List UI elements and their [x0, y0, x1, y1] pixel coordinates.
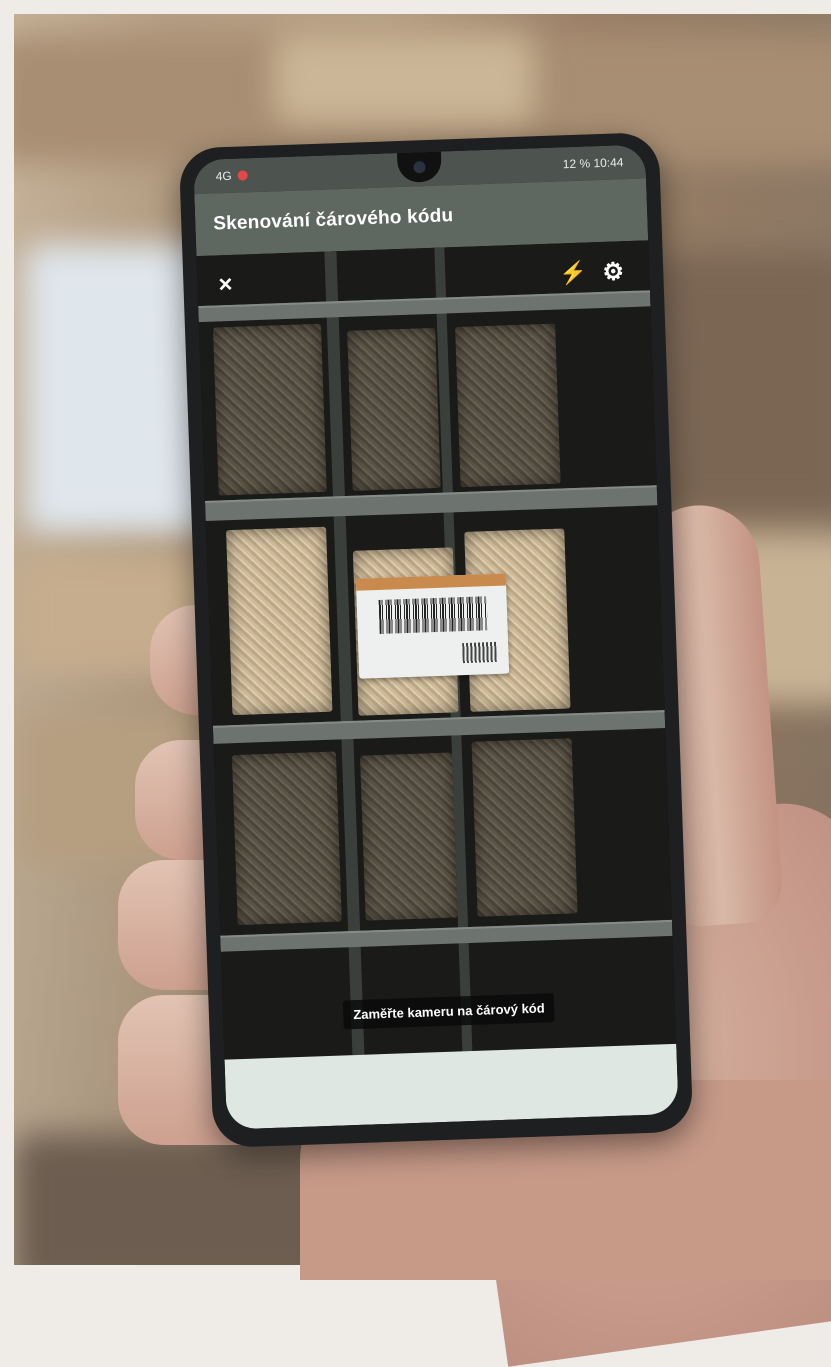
background-blur-top-center	[274, 34, 534, 124]
crate	[212, 323, 327, 496]
shelf-beam	[198, 290, 651, 323]
crate	[455, 323, 561, 488]
barcode-label	[355, 573, 510, 679]
front-camera-notch	[396, 151, 443, 184]
small-barcode	[462, 641, 497, 664]
gear-icon[interactable]: ⚙	[597, 255, 630, 288]
bottom-panel	[224, 1043, 679, 1130]
close-icon[interactable]: ×	[209, 269, 242, 302]
shelf-beam	[220, 919, 673, 952]
recording-dot-icon	[237, 170, 248, 181]
flash-off-icon[interactable]: ⚡	[557, 256, 590, 289]
background-blur-right-top	[654, 254, 831, 514]
status-left: 4G	[215, 168, 248, 184]
barcode	[378, 596, 488, 634]
crate	[226, 526, 333, 716]
crate	[471, 738, 578, 917]
signal-indicator: 4G	[215, 168, 232, 184]
smartphone: 4G 12 % 10:44 Skenování čárového kódu × …	[178, 131, 694, 1149]
shelf-beam	[212, 710, 666, 744]
crate	[347, 327, 441, 491]
phone-screen: 4G 12 % 10:44 Skenování čárového kódu × …	[193, 144, 679, 1130]
page-title: Skenování čárového kódu	[212, 205, 454, 235]
camera-viewfinder[interactable]: × ⚡ ⚙ Zaměřte kameru na čárový kód	[196, 240, 677, 1060]
crate	[359, 752, 458, 921]
scan-hint: Zaměřte kameru na čárový kód	[342, 993, 556, 1030]
status-right: 12 % 10:44	[562, 155, 624, 172]
crate	[231, 751, 342, 926]
